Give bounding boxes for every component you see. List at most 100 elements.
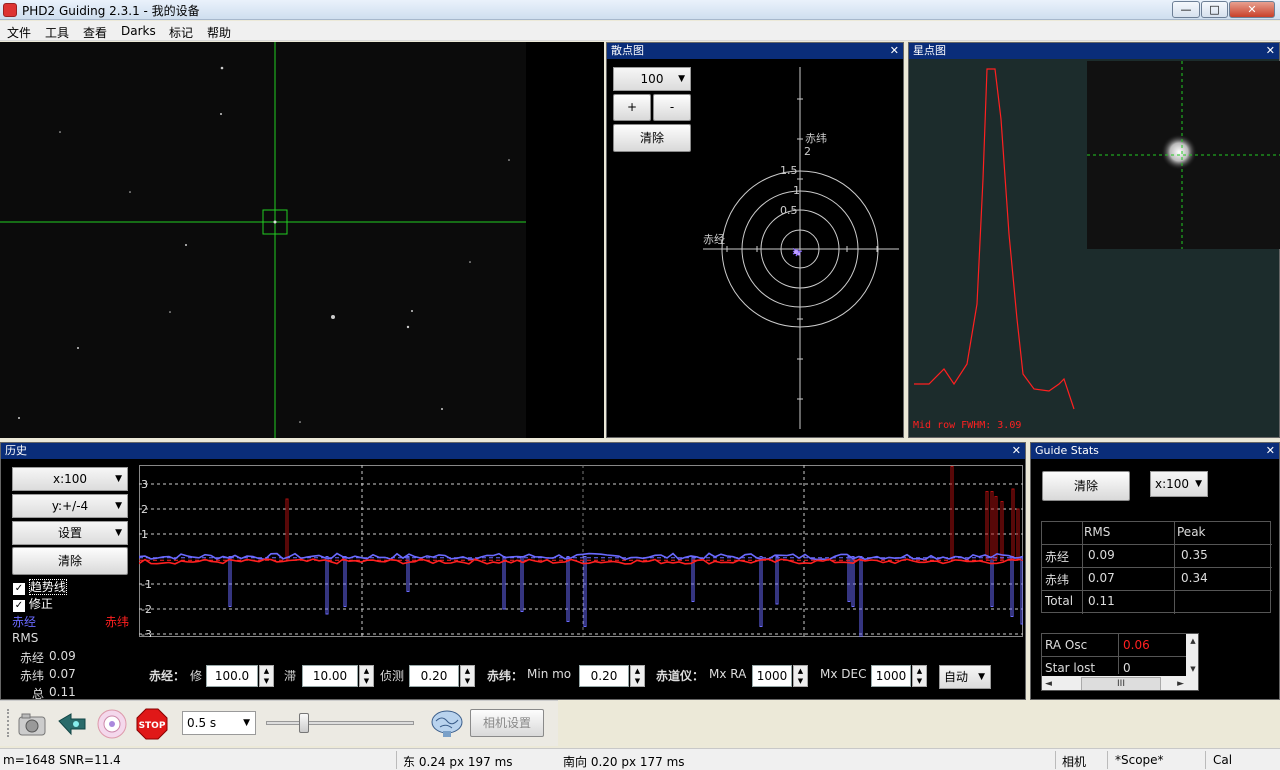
chevron-down-icon: ▼ [115,474,122,484]
ra-osc-label: RA Osc [1045,638,1088,652]
brain-icon[interactable] [430,707,464,739]
camera-view[interactable] [0,42,604,438]
ra-hysteresis-field[interactable]: 10.00 [302,665,358,687]
menu-help[interactable]: 帮助 [207,24,231,41]
x-scale-dropdown[interactable]: x:100 ▼ [12,467,128,491]
status-scope: *Scope* [1115,753,1164,767]
menu-tools[interactable]: 工具 [45,24,69,41]
status-star-info: m=1648 SNR=11.4 [3,753,121,767]
y-tick-label: 2 [141,503,148,516]
ra-correction-bar [343,556,347,607]
dec-correction-bar [994,496,998,560]
ring-label-1: 1 [793,184,800,197]
guide-stats-panel: Guide Stats ✕ 清除 x:100 ▼ RMS Peak 赤经 0.09… [1030,442,1280,700]
guide-stats-close-icon[interactable]: ✕ [1266,443,1275,459]
axis-label-dec: 赤纬 [805,132,827,145]
status-camera: 相机 [1062,755,1087,769]
stop-icon[interactable]: STOP [136,708,168,740]
ra-correction-bar [502,556,506,610]
camera-loop-icon[interactable] [16,709,48,739]
dec-mode-dropdown[interactable]: 自动 ▼ [939,665,991,689]
menu-file[interactable]: 文件 [7,24,31,41]
ra-aggressiveness-field[interactable]: 100.0 [206,665,258,687]
max-ra-field[interactable]: 1000 [752,665,792,687]
max-ra-label: Mx RA [709,667,747,681]
ra-aggressiveness-spinner[interactable]: ▲ ▼ [259,665,274,687]
rms-dec-label: 赤纬 [20,669,45,683]
history-clear-button[interactable]: 清除 [12,547,128,575]
max-dec-spinner[interactable]: ▲ ▼ [912,665,927,687]
osc-vscrollbar[interactable]: ▲ ▼ [1186,634,1198,676]
trend-label: 趋势线 [28,579,67,595]
y-tick-label: 1 [141,528,148,541]
status-cal: Cal [1213,753,1233,767]
trend-checkbox-row[interactable]: ✓ 趋势线 [13,578,67,595]
status-east-pulse: 东 0.24 px 197 ms [403,755,513,769]
correction-checkbox-row[interactable]: ✓ 修正 [13,595,53,612]
scatter-panel: 散点图 ✕ 100 ▼ + - 清除 2 1.5 1 0.5 赤纬 赤经 [606,42,904,438]
chevron-down-icon: ▼ [243,718,250,728]
dec-minmove-field[interactable]: 0.20 [579,665,629,687]
stats-row-total-rms: 0.11 [1088,594,1115,608]
exposure-dropdown[interactable]: 0.5 s ▼ [182,711,256,735]
ra-osc-value: 0.06 [1123,638,1150,652]
legend-ra: 赤经 [12,615,37,629]
stats-row-dec-rms: 0.07 [1088,571,1115,585]
menu-darks[interactable]: Darks [121,24,156,38]
scatter-panel-title: 散点图 [611,44,644,57]
auto-select-star-icon[interactable] [56,709,88,739]
dec-mode-value: 自动 [944,670,969,684]
ra-minmove-field[interactable]: 0.20 [409,665,459,687]
ring-label-1-5: 1.5 [780,164,798,177]
ra-hysteresis-label: 滞 [284,669,297,683]
y-scale-dropdown[interactable]: y:+/-4 ▼ [12,494,128,518]
ra-controls-label: 赤经： [149,669,186,683]
scatter-close-icon[interactable]: ✕ [890,43,899,59]
gamma-slider-track[interactable] [266,721,414,725]
stats-scale-dropdown[interactable]: x:100 ▼ [1150,471,1208,497]
trend-checkbox[interactable]: ✓ [13,583,25,595]
stats-row-total-label: Total [1045,594,1074,608]
ra-aggressiveness-label: 修 [190,669,203,683]
window-title: PHD2 Guiding 2.3.1 - 我的设备 [22,4,200,18]
menu-view[interactable]: 查看 [83,24,107,41]
maximize-button[interactable]: □ [1201,1,1228,18]
close-button[interactable]: ✕ [1229,1,1275,18]
ra-minmove-spinner[interactable]: ▲ ▼ [460,665,475,687]
graph-settings-label: 设置 [57,526,82,540]
chevron-down-icon: ▼ [978,672,985,682]
guide-icon[interactable] [95,706,129,742]
stats-clear-button[interactable]: 清除 [1042,471,1130,501]
history-close-icon[interactable]: ✕ [1012,443,1021,459]
gamma-slider-thumb[interactable] [299,713,309,733]
title-bar[interactable]: PHD2 Guiding 2.3.1 - 我的设备 — □ ✕ [0,0,1280,20]
max-dec-field[interactable]: 1000 [871,665,911,687]
star-profile-close-icon[interactable]: ✕ [1266,43,1275,59]
ra-series-line [139,552,1022,561]
scroll-right-icon[interactable]: ► [1177,676,1184,690]
osc-table: RA Osc 0.06 Star lost 0 ▲ ▼ ◄ III ► [1041,633,1199,691]
minimize-button[interactable]: — [1172,1,1200,18]
axis-label-ra: 赤经 [703,233,725,246]
max-ra-spinner[interactable]: ▲ ▼ [793,665,808,687]
star-profile-chart: Mid row FWHM: 3.09 [913,61,1280,431]
scroll-left-icon[interactable]: ◄ [1045,676,1052,690]
osc-hscrollbar[interactable]: ◄ III ► [1042,676,1198,690]
history-panel: 历史 ✕ x:100 ▼ y:+/-4 ▼ 设置 ▼ 清除 ✓ 趋势线 ✓ 修正 赤经… [0,442,1026,701]
rms-dec-value: 0.07 [49,667,76,681]
menu-bookmarks[interactable]: 标记 [169,24,193,41]
star-profile-title: 星点图 [913,44,946,57]
correction-checkbox[interactable]: ✓ [13,600,25,612]
ra-correction-bar [775,556,779,605]
graph-settings-dropdown[interactable]: 设置 ▼ [12,521,128,545]
ra-hysteresis-spinner[interactable]: ▲ ▼ [359,665,374,687]
camera-settings-button[interactable]: 相机设置 [470,709,544,737]
stats-header-rms: RMS [1084,525,1111,539]
ra-correction-bar [1010,556,1014,617]
hscroll-thumb[interactable]: III [1081,677,1161,690]
y-tick-label: -2 [141,603,152,616]
correction-label: 修正 [28,597,53,611]
dec-minmove-spinner[interactable]: ▲ ▼ [630,665,645,687]
star-zoom [1161,134,1197,170]
ring-label-0-5: 0.5 [780,204,798,217]
